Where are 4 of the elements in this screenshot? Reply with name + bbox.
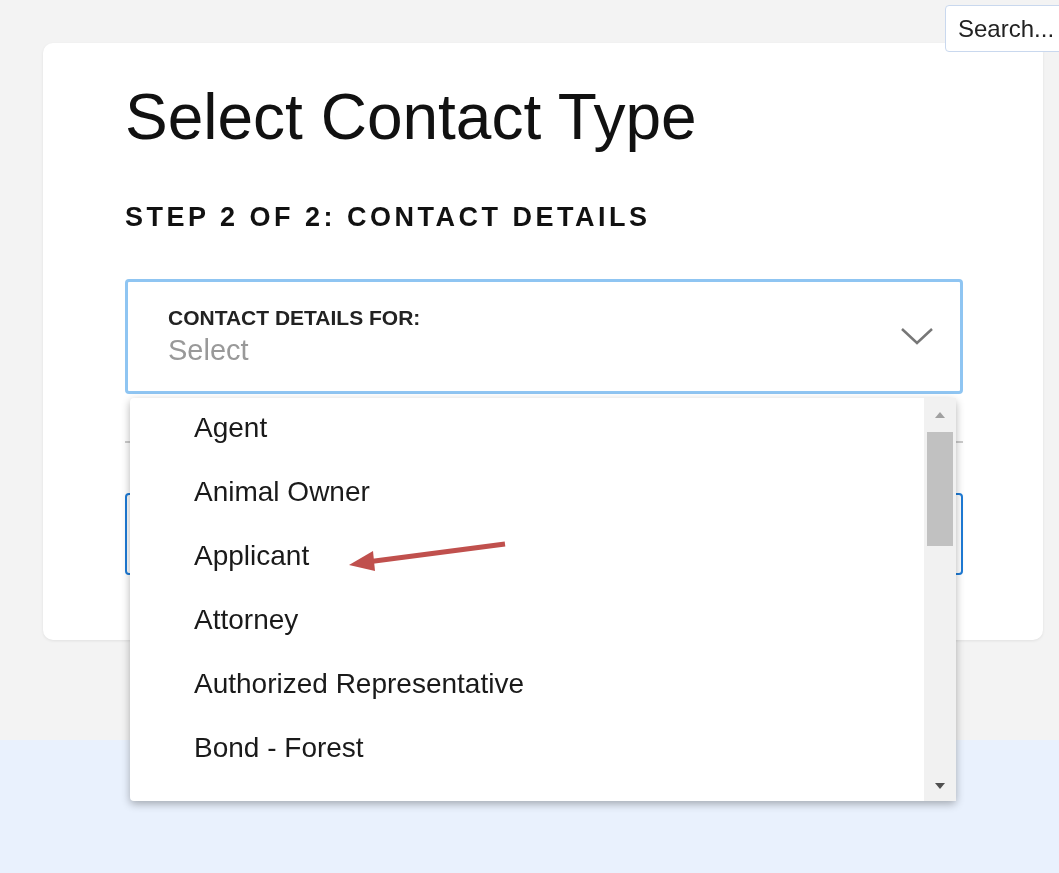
- select-label: CONTACT DETAILS FOR:: [168, 305, 422, 330]
- select-placeholder: Select: [168, 333, 250, 367]
- page-title: Select Contact Type: [125, 80, 698, 155]
- step-heading: STEP 2 OF 2: CONTACT DETAILS: [125, 201, 652, 233]
